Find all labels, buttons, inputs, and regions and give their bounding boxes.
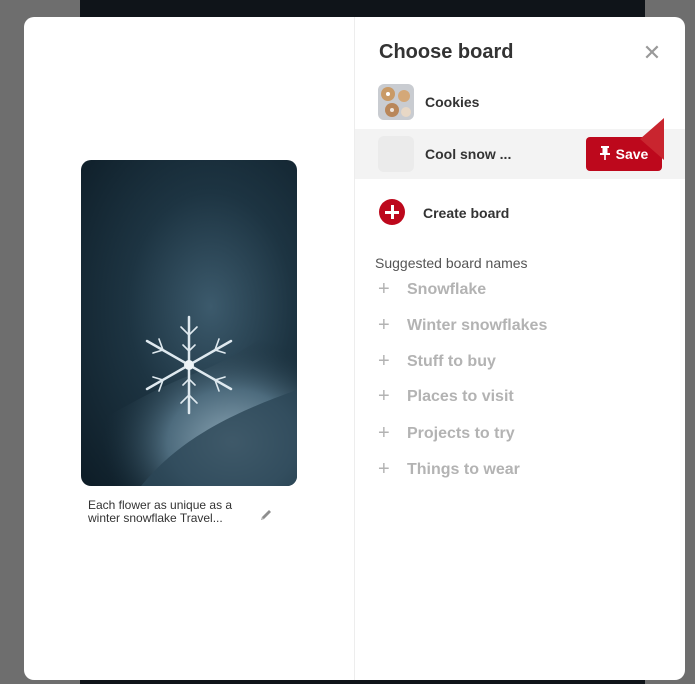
plus-icon: +: [378, 422, 390, 444]
suggested-item[interactable]: + Places to visit: [378, 386, 638, 410]
board-item-cool-snow[interactable]: Cool snow ... Save: [355, 129, 685, 179]
plus-icon: +: [378, 278, 390, 300]
plus-icon: +: [378, 458, 390, 480]
close-icon[interactable]: ✕: [642, 42, 662, 64]
board-thumbnail: [378, 84, 414, 120]
create-board-button[interactable]: Create board: [379, 197, 629, 227]
suggested-item[interactable]: + Snowflake: [378, 279, 638, 303]
pin-icon: [599, 145, 610, 163]
suggested-item[interactable]: + Stuff to buy: [378, 351, 638, 375]
board-item-cookies[interactable]: Cookies: [355, 77, 685, 127]
board-thumbnail: [378, 136, 414, 172]
suggested-heading: Suggested board names: [375, 255, 528, 271]
plus-icon: +: [378, 314, 390, 336]
plus-circle-icon: [379, 199, 405, 225]
plus-icon: +: [378, 385, 390, 407]
suggested-item[interactable]: + Projects to try: [378, 423, 638, 447]
pin-description: Each flower as unique as a winter snowfl…: [88, 498, 233, 525]
save-pin-dialog: Each flower as unique as a winter snowfl…: [24, 17, 685, 680]
pin-preview-image: [81, 160, 297, 486]
board-name: Cool snow ...: [425, 146, 512, 162]
pencil-icon[interactable]: [258, 507, 274, 523]
dialog-title: Choose board: [379, 41, 514, 63]
suggested-item[interactable]: + Things to wear: [378, 459, 638, 483]
board-name: Cookies: [425, 94, 480, 110]
plus-icon: +: [378, 350, 390, 372]
pointer-arrow-annotation: [640, 118, 664, 160]
create-board-label: Create board: [423, 205, 510, 221]
suggested-item[interactable]: + Winter snowflakes: [378, 315, 638, 339]
